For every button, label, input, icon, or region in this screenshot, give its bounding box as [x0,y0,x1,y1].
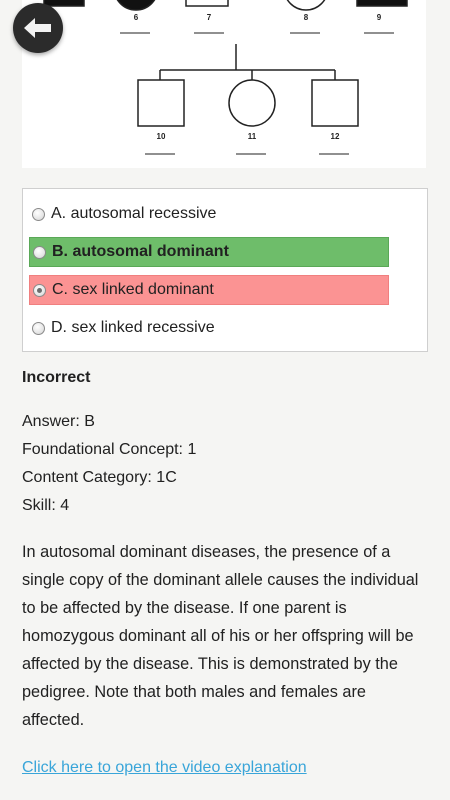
label-9: 9 [377,13,382,22]
radio-button-selected[interactable] [33,283,46,297]
label-8: 8 [304,13,309,22]
individual-7-square [185,0,229,7]
back-button[interactable] [13,3,63,53]
foundational-concept-line: Foundational Concept: 1 [22,441,197,458]
label-10: 10 [157,132,166,141]
back-arrow-icon [24,18,51,38]
option-b-label: B. autosomal dominant [52,243,229,260]
option-d[interactable]: D. sex linked recessive [29,313,389,343]
label-6: 6 [134,13,139,22]
radio-button[interactable] [32,207,45,221]
radio-button[interactable] [33,245,46,259]
option-a-label: A. autosomal recessive [51,205,217,222]
content-category-line: Content Category: 1C [22,469,177,486]
option-c[interactable]: C. sex linked dominant [29,275,389,305]
individual-8-circle [286,0,326,11]
option-b[interactable]: B. autosomal dominant [29,237,389,267]
label-7: 7 [207,13,212,22]
individual-12-square [311,79,359,127]
individual-9-square [356,0,408,7]
option-a[interactable]: A. autosomal recessive [29,199,389,229]
option-c-label: C. sex linked dominant [52,281,214,298]
individual-6-circle [116,0,156,11]
individual-11-circle [228,79,276,127]
video-explanation-link[interactable]: Click here to open the video explanation [22,754,307,782]
label-12: 12 [331,132,340,141]
label-11: 11 [248,132,257,141]
pedigree-diagram: 6 7 8 9 10 11 12 [43,0,408,155]
radio-button[interactable] [32,321,45,335]
result-status: Incorrect [22,369,91,386]
explanation-text: In autosomal dominant diseases, the pres… [22,543,419,729]
answer-meta: Answer: B Foundational Concept: 1 Conten… [22,408,196,520]
option-d-label: D. sex linked recessive [51,319,215,336]
answer-line: Answer: B [22,413,95,430]
pedigree-image: 6 7 8 9 10 11 12 [22,0,426,168]
individual-10-square [137,79,185,127]
skill-line: Skill: 4 [22,497,70,514]
answer-options: A. autosomal recessive B. autosomal domi… [22,188,428,352]
